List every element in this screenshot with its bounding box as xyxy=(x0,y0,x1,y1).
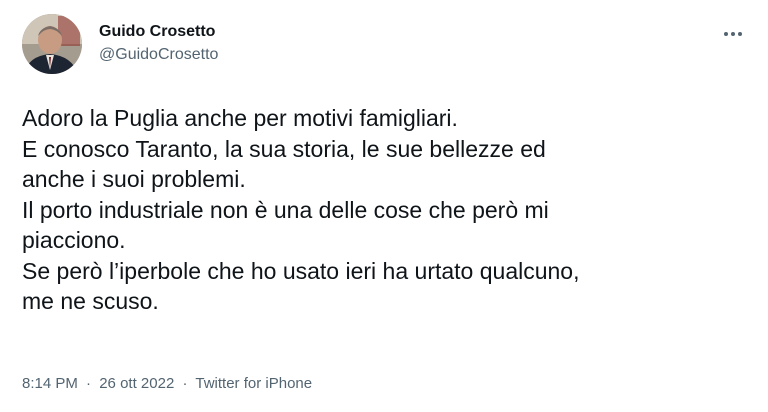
tweet-text-line: Il porto industriale non è una delle cos… xyxy=(22,196,549,223)
author-info: Guido Crosetto @GuidoCrosetto xyxy=(99,22,218,65)
author-handle[interactable]: @GuidoCrosetto xyxy=(99,45,218,65)
author-display-name[interactable]: Guido Crosetto xyxy=(99,22,218,42)
separator-dot: · xyxy=(182,375,188,392)
more-options-button[interactable] xyxy=(718,22,748,46)
tweet-date[interactable]: 26 ott 2022 xyxy=(99,375,174,392)
tweet-card: Guido Crosetto @GuidoCrosetto Adoro la P… xyxy=(0,0,768,412)
tweet-source-link[interactable]: Twitter for iPhone xyxy=(195,375,312,392)
tweet-text-line: E conosco Taranto, la sua storia, le sue… xyxy=(22,135,546,162)
more-horizontal-icon xyxy=(724,32,728,36)
tweet-text-line: anche i suoi problemi. xyxy=(22,166,246,192)
tweet-metadata: 8:14 PM · 26 ott 2022 · Twitter for iPho… xyxy=(22,374,312,394)
tweet-text-line: Adoro la Puglia anche per motivi famigli… xyxy=(22,105,458,131)
tweet-text-line: me ne scuso. xyxy=(22,288,159,314)
separator-dot: · xyxy=(86,375,92,392)
tweet-time[interactable]: 8:14 PM xyxy=(22,375,78,392)
avatar[interactable] xyxy=(22,14,82,74)
tweet-text-line: piacciono. xyxy=(22,227,126,253)
tweet-text-line: Se però l’iperbole che ho usato ieri ha … xyxy=(22,257,580,284)
more-horizontal-icon-dot xyxy=(738,32,742,36)
tweet-text: Adoro la Puglia anche per motivi famigli… xyxy=(22,103,752,317)
more-horizontal-icon-dot xyxy=(731,32,735,36)
